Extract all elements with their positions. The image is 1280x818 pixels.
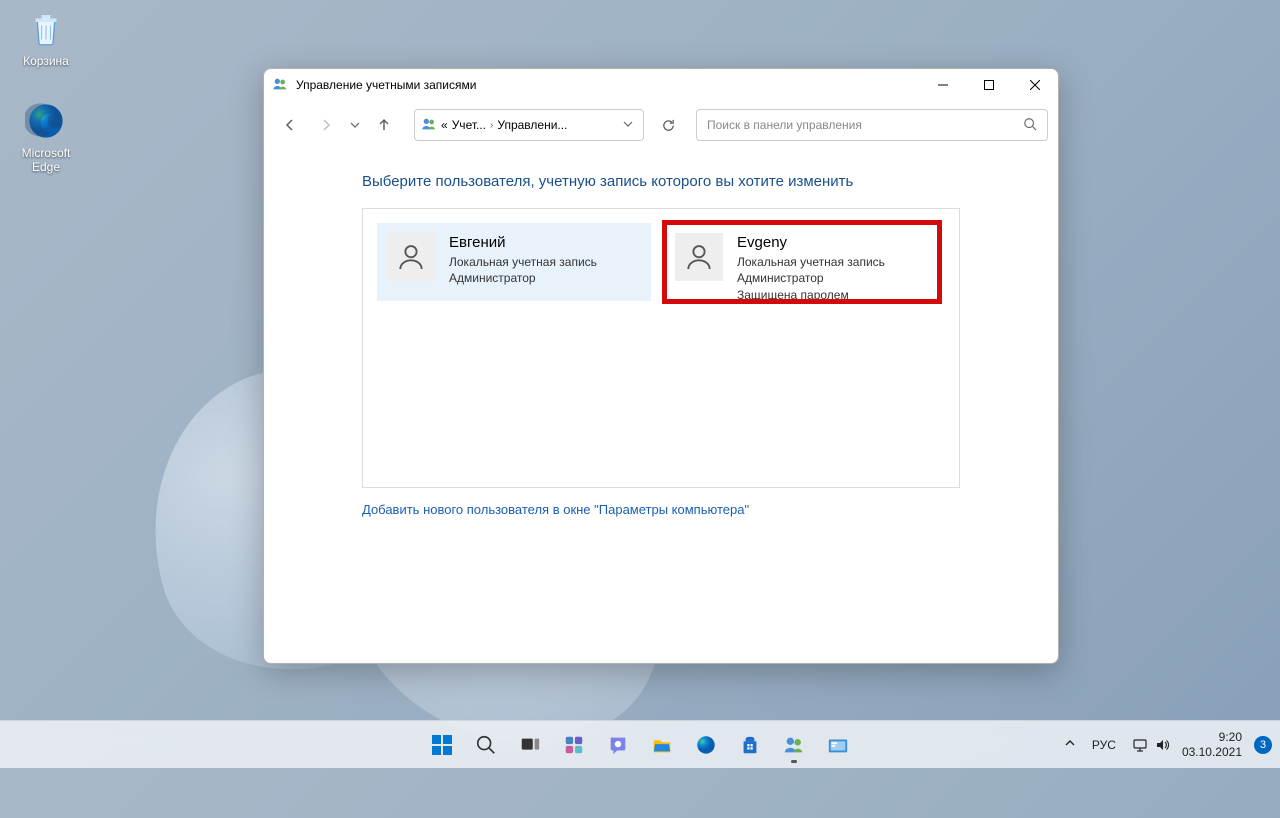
chevron-right-icon: ›	[490, 120, 493, 131]
desktop-edge[interactable]: Microsoft Edge	[8, 100, 84, 175]
user-detail: Администратор	[737, 270, 885, 286]
breadcrumb-ellipsis[interactable]: «	[441, 118, 448, 132]
taskbar-widgets[interactable]	[554, 725, 594, 765]
taskbar: РУС 9:20 03.10.2021 3	[0, 720, 1280, 768]
tray-network-sound[interactable]	[1128, 733, 1174, 757]
nav-recent-dropdown[interactable]	[346, 109, 364, 141]
nav-up-button[interactable]	[368, 109, 400, 141]
breadcrumb-dropdown[interactable]	[619, 118, 637, 132]
user-accounts-icon	[272, 76, 290, 94]
user-name: Evgeny	[737, 233, 885, 253]
breadcrumb-segment[interactable]: Управлени...	[497, 118, 567, 132]
desktop-icon-label: Microsoft Edge	[8, 146, 84, 175]
nav-back-button[interactable]	[274, 109, 306, 141]
recycle-bin-icon	[25, 8, 67, 50]
volume-icon	[1154, 737, 1170, 753]
search-box[interactable]	[696, 109, 1048, 141]
tray-language[interactable]: РУС	[1088, 734, 1120, 756]
user-detail: Локальная учетная запись	[449, 254, 597, 270]
user-accounts-icon	[421, 116, 437, 135]
user-avatar-icon	[675, 233, 723, 281]
close-button[interactable]	[1012, 69, 1058, 101]
tray-clock[interactable]: 9:20 03.10.2021	[1182, 730, 1242, 759]
user-detail: Локальная учетная запись	[737, 254, 885, 270]
desktop-recycle-bin[interactable]: Корзина	[8, 8, 84, 68]
search-input[interactable]	[707, 118, 1023, 132]
nav-forward-button[interactable]	[310, 109, 342, 141]
edge-icon	[25, 100, 67, 142]
control-panel-window: Управление учетными записями « Учет... ›…	[263, 68, 1059, 664]
breadcrumb-bar[interactable]: « Учет... › Управлени...	[414, 109, 644, 141]
user-name: Евгений	[449, 233, 597, 253]
tray-time: 9:20	[1182, 730, 1242, 744]
taskbar-control-panel[interactable]	[818, 725, 858, 765]
user-card[interactable]: Evgeny Локальная учетная запись Админист…	[665, 223, 939, 301]
start-button[interactable]	[422, 725, 462, 765]
taskbar-user-accounts[interactable]	[774, 725, 814, 765]
refresh-button[interactable]	[652, 109, 684, 141]
network-icon	[1132, 737, 1148, 753]
taskbar-edge[interactable]	[686, 725, 726, 765]
taskbar-taskview[interactable]	[510, 725, 550, 765]
content-area: Выберите пользователя, учетную запись ко…	[264, 149, 1058, 663]
search-icon[interactable]	[1023, 117, 1037, 134]
taskbar-store[interactable]	[730, 725, 770, 765]
desktop-icon-label: Корзина	[8, 54, 84, 68]
user-list: Евгений Локальная учетная запись Админис…	[362, 208, 960, 488]
tray-notifications[interactable]: 3	[1254, 736, 1272, 754]
titlebar[interactable]: Управление учетными записями	[264, 69, 1058, 101]
user-avatar-icon	[387, 233, 435, 281]
taskbar-chat[interactable]	[598, 725, 638, 765]
window-title: Управление учетными записями	[296, 78, 920, 92]
page-heading: Выберите пользователя, учетную запись ко…	[362, 173, 960, 190]
minimize-button[interactable]	[920, 69, 966, 101]
user-detail: Администратор	[449, 270, 597, 286]
taskbar-explorer[interactable]	[642, 725, 682, 765]
maximize-button[interactable]	[966, 69, 1012, 101]
tray-overflow-chevron[interactable]	[1060, 732, 1080, 758]
breadcrumb-segment[interactable]: Учет...	[452, 118, 486, 132]
tray-date: 03.10.2021	[1182, 745, 1242, 759]
add-user-link[interactable]: Добавить нового пользователя в окне "Пар…	[362, 502, 749, 517]
taskbar-search[interactable]	[466, 725, 506, 765]
user-card[interactable]: Евгений Локальная учетная запись Админис…	[377, 223, 651, 301]
user-detail: Защищена паролем	[737, 287, 885, 303]
navbar: « Учет... › Управлени...	[264, 101, 1058, 149]
